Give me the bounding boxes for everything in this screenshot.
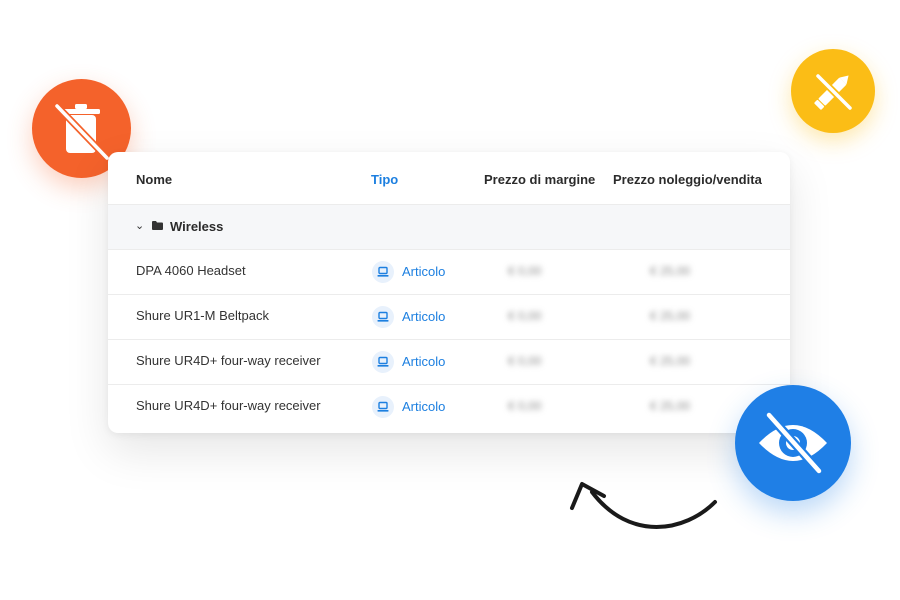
table-header: Nome Tipo Prezzo di margine Prezzo noleg… [108, 152, 790, 205]
rental-price: € 25,00 [650, 399, 691, 413]
group-name: Wireless [170, 219, 224, 234]
column-header-tipo[interactable]: Tipo [371, 172, 398, 187]
item-name: Shure UR4D+ four-way receiver [136, 398, 321, 413]
item-name: Shure UR4D+ four-way receiver [136, 353, 321, 368]
column-header-prezzo-noleggio[interactable]: Prezzo noleggio/vendita [613, 172, 762, 187]
chevron-down-icon[interactable]: ⌄ [135, 219, 144, 232]
folder-icon [152, 221, 163, 230]
eye-off-icon [759, 410, 827, 476]
table-row[interactable]: DPA 4060 Headset Articolo € 0,00 € 25,00 [108, 250, 790, 295]
margin-price: € 0,00 [508, 264, 542, 278]
group-row-wireless[interactable]: ⌄ Wireless [108, 205, 790, 250]
item-type-link[interactable]: Articolo [402, 264, 445, 279]
table-row[interactable]: Shure UR4D+ four-way receiver Articolo €… [108, 385, 790, 429]
rental-price: € 25,00 [650, 309, 691, 323]
margin-price: € 0,00 [508, 309, 542, 323]
curved-arrow-icon [570, 482, 717, 529]
item-type-link[interactable]: Articolo [402, 399, 445, 414]
item-type-link[interactable]: Articolo [402, 354, 445, 369]
table-row[interactable]: Shure UR4D+ four-way receiver Articolo €… [108, 340, 790, 385]
article-icon [372, 261, 394, 283]
article-icon [372, 306, 394, 328]
item-name: Shure UR1-M Beltpack [136, 308, 269, 323]
table-row[interactable]: Shure UR1-M Beltpack Articolo € 0,00 € 2… [108, 295, 790, 340]
rental-price: € 25,00 [650, 264, 691, 278]
article-icon [372, 396, 394, 418]
item-name: DPA 4060 Headset [136, 263, 246, 278]
column-header-prezzo-margine[interactable]: Prezzo di margine [484, 172, 595, 187]
rental-price: € 25,00 [650, 354, 691, 368]
items-table: Nome Tipo Prezzo di margine Prezzo noleg… [108, 152, 790, 433]
visibility-disabled-badge [735, 385, 851, 501]
margin-price: € 0,00 [508, 399, 542, 413]
pencil-off-icon [814, 72, 854, 112]
item-type-link[interactable]: Articolo [402, 309, 445, 324]
edit-disabled-badge [791, 49, 875, 133]
column-header-nome[interactable]: Nome [136, 172, 172, 187]
margin-price: € 0,00 [508, 354, 542, 368]
article-icon [372, 351, 394, 373]
